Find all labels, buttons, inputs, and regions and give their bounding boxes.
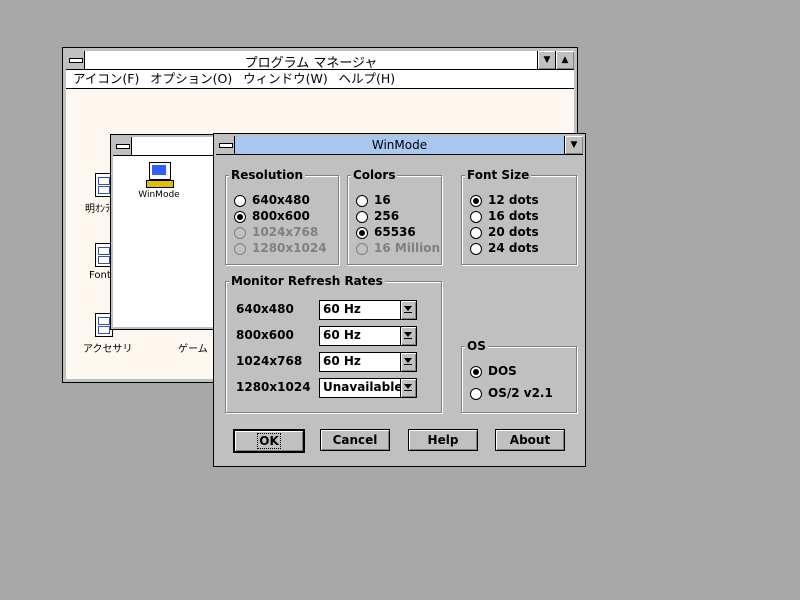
refresh-800x600-select[interactable]: 60 Hz — [319, 326, 417, 346]
os-label: OS — [465, 339, 488, 353]
winmode-dialog: WinMode ▼ Resolution 640x480 800x600 102… — [213, 133, 586, 467]
group-system-menu-icon[interactable] — [113, 137, 132, 155]
refresh-row-label: 640x480 — [236, 302, 294, 316]
group-label-games: ゲーム — [178, 344, 208, 355]
about-button[interactable]: About — [495, 429, 565, 451]
dialog-minimize-button[interactable]: ▼ — [564, 136, 583, 154]
group-window-frame: WinMode — [111, 135, 217, 329]
ok-button-label: OK — [257, 433, 281, 449]
radio-icon — [356, 243, 368, 255]
group-label-font: Font — [89, 270, 111, 281]
ok-button[interactable]: OK — [233, 429, 305, 453]
group-window-titlebar[interactable] — [113, 137, 215, 156]
monitor-screen — [152, 165, 166, 175]
refresh-rates-group: Monitor Refresh Rates 640x480 60 Hz 800x… — [225, 274, 442, 413]
menu-icon[interactable]: アイコン(F) — [73, 70, 139, 88]
refresh-value: 60 Hz — [323, 328, 361, 342]
radio-icon — [356, 227, 368, 239]
monitor-base — [146, 180, 174, 188]
menu-options[interactable]: オプション(O) — [150, 70, 232, 88]
menu-help[interactable]: ヘルプ(H) — [339, 70, 396, 88]
os-group: OS DOS OS/2 v2.1 — [461, 339, 577, 413]
program-manager-title: プログラム マネージャ — [244, 56, 378, 71]
refresh-row-label: 1280x1024 — [236, 380, 311, 394]
cancel-button[interactable]: Cancel — [320, 429, 390, 451]
resolution-label: Resolution — [229, 168, 306, 182]
dropdown-arrow-icon[interactable] — [400, 327, 416, 345]
refresh-value: Unavailable — [323, 380, 403, 394]
dropdown-arrow-icon[interactable] — [400, 379, 416, 397]
program-manager-menubar: アイコン(F) オプション(O) ウィンドウ(W) ヘルプ(H) — [66, 70, 574, 89]
group-window-client: WinMode — [113, 156, 215, 327]
refresh-row-label: 800x600 — [236, 328, 294, 342]
group-window: WinMode — [110, 134, 218, 330]
group-label-accessories: アクセサリ — [83, 344, 133, 355]
winmode-app-label: WinMode — [138, 190, 180, 200]
radio-icon — [470, 195, 482, 207]
help-button[interactable]: Help — [408, 429, 478, 451]
menu-window[interactable]: ウィンドウ(W) — [243, 70, 328, 88]
refresh-value: 60 Hz — [323, 354, 361, 368]
font-size-label: Font Size — [465, 168, 532, 182]
radio-icon — [234, 243, 246, 255]
radio-icon — [470, 227, 482, 239]
group-label-main: 明ｵﾝﾗ — [85, 204, 110, 215]
radio-icon — [470, 211, 482, 223]
winmode-app-icon[interactable] — [145, 162, 174, 188]
radio-icon — [470, 243, 482, 255]
refresh-1024x768-select[interactable]: 60 Hz — [319, 352, 417, 372]
winmode-titlebar[interactable]: WinMode ▼ — [216, 136, 583, 155]
colors-group: Colors 16 256 65536 16 Million — [347, 168, 442, 265]
resolution-group: Resolution 640x480 800x600 1024x768 1280… — [225, 168, 339, 265]
refresh-1280x1024-select[interactable]: Unavailable — [319, 378, 417, 398]
radio-icon — [234, 227, 246, 239]
radio-icon — [470, 366, 482, 378]
maximize-button[interactable]: ▲ — [555, 51, 574, 69]
dropdown-arrow-icon[interactable] — [400, 301, 416, 319]
minimize-button[interactable]: ▼ — [537, 51, 556, 69]
radio-icon — [356, 195, 368, 207]
refresh-640x480-select[interactable]: 60 Hz — [319, 300, 417, 320]
radio-icon — [234, 195, 246, 207]
winmode-dialog-frame: WinMode ▼ Resolution 640x480 800x600 102… — [214, 134, 585, 466]
colors-label: Colors — [351, 168, 398, 182]
font-size-group: Font Size 12 dots 16 dots 20 dots 24 dot… — [461, 168, 577, 265]
winmode-dialog-body: Resolution 640x480 800x600 1024x768 1280… — [216, 155, 583, 464]
dialog-title: WinMode — [371, 138, 428, 152]
refresh-value: 60 Hz — [323, 302, 361, 316]
program-manager-titlebar[interactable]: プログラム マネージャ ▼ ▲ — [66, 51, 574, 71]
refresh-row-label: 1024x768 — [236, 354, 303, 368]
refresh-rates-label: Monitor Refresh Rates — [229, 274, 385, 288]
radio-icon — [356, 211, 368, 223]
dropdown-arrow-icon[interactable] — [400, 353, 416, 371]
dialog-system-menu-icon[interactable] — [216, 136, 235, 154]
radio-icon — [234, 211, 246, 223]
system-menu-icon[interactable] — [66, 51, 85, 69]
radio-icon — [470, 388, 482, 400]
